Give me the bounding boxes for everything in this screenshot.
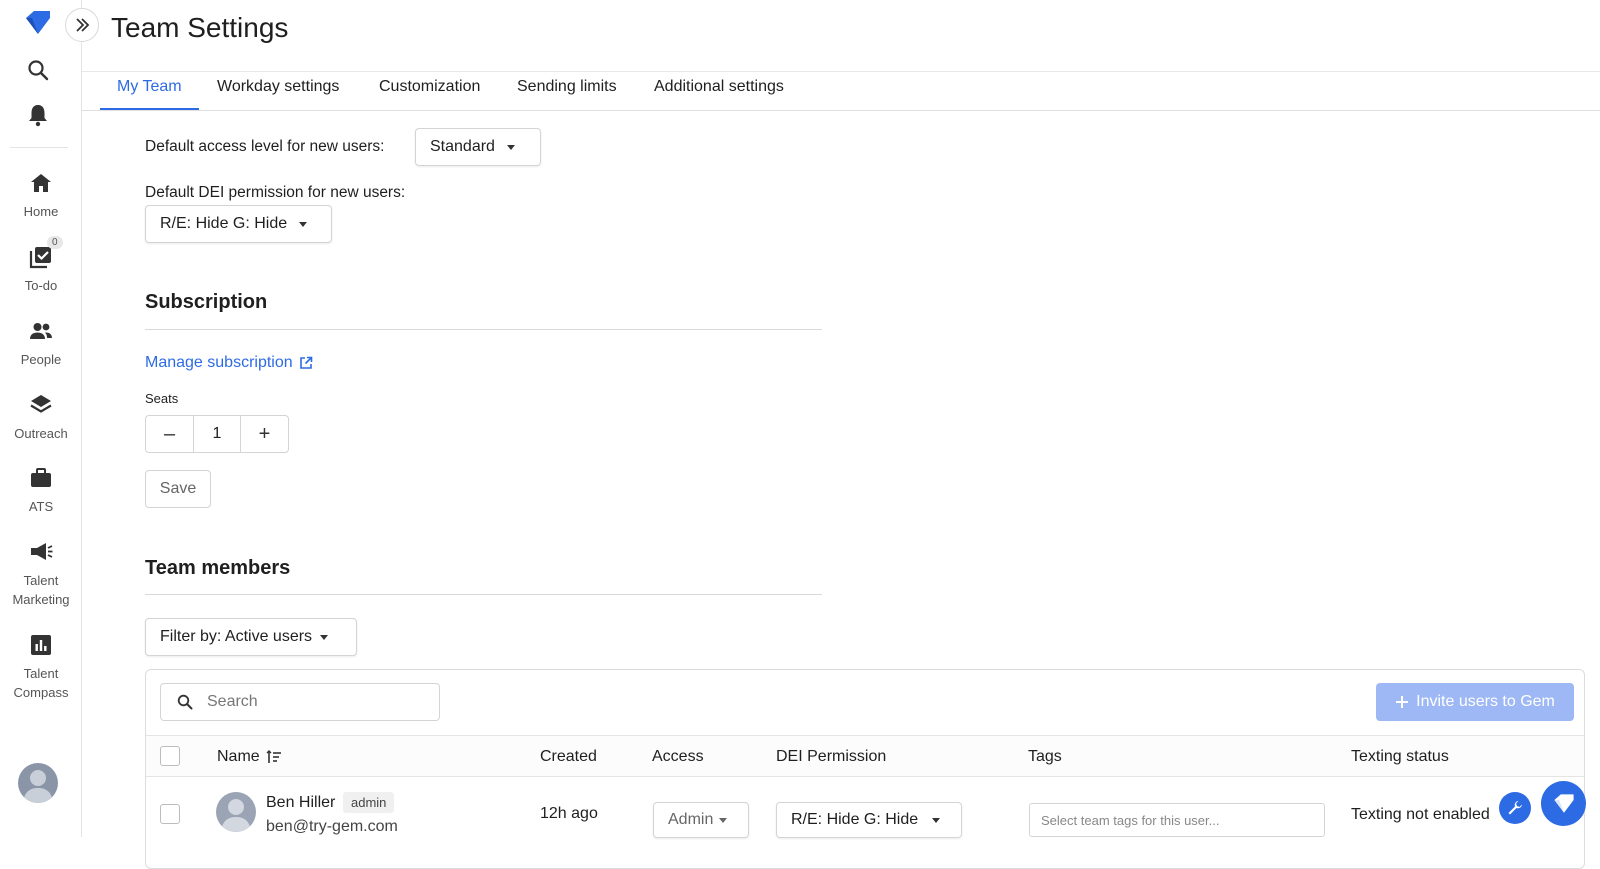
seats-value[interactable]: 1: [193, 416, 241, 452]
caret-down-icon: [932, 817, 941, 823]
rail-item-talent-compass[interactable]: Talent Compass: [0, 632, 82, 702]
tab-sending-limits[interactable]: Sending limits: [517, 78, 617, 96]
user-avatar[interactable]: [18, 763, 58, 803]
rail-label: To-do: [24, 278, 58, 293]
rail-item-talent-marketing[interactable]: Talent Marketing: [0, 539, 82, 609]
column-label: Name: [217, 748, 260, 765]
briefcase-icon: [28, 465, 54, 491]
manage-subscription-label: Manage subscription: [145, 354, 293, 371]
rail-item-ats[interactable]: ATS: [0, 465, 82, 516]
member-avatar: [216, 792, 256, 832]
bell-icon[interactable]: [24, 101, 52, 129]
rail-item-people[interactable]: People: [0, 318, 82, 369]
rail-item-home[interactable]: Home: [0, 170, 82, 221]
active-tab-indicator: [100, 108, 199, 110]
wrench-fab[interactable]: [1499, 792, 1531, 824]
search-icon: [177, 694, 193, 710]
home-icon: [28, 170, 54, 196]
subscription-heading: Subscription: [145, 291, 268, 313]
rail-label: Home: [23, 204, 59, 219]
table-row: Ben Hiller admin ben@try-gem.com 12h ago…: [146, 778, 1584, 848]
seats-label: Seats: [145, 391, 179, 406]
column-header-texting-status[interactable]: Texting status: [1351, 748, 1449, 766]
save-button[interactable]: Save: [145, 470, 211, 508]
member-created: 12h ago: [540, 805, 598, 822]
caret-down-icon: [506, 144, 515, 150]
rail-label: Talent Compass: [13, 666, 69, 700]
rail-divider: [10, 147, 68, 148]
invite-users-label: Invite users to Gem: [1416, 693, 1555, 710]
gem-logo-icon[interactable]: [22, 8, 54, 38]
chart-icon: [28, 632, 54, 658]
default-dei-value: R/E: Hide G: Hide: [160, 215, 288, 232]
team-members-heading: Team members: [145, 557, 291, 579]
rail-label: ATS: [28, 499, 54, 514]
caret-down-icon: [299, 221, 308, 227]
member-dei-value: R/E: Hide G: Hide: [791, 811, 919, 828]
member-name: Ben Hiller: [266, 794, 336, 811]
tab-customization[interactable]: Customization: [379, 78, 480, 96]
rail-label: People: [20, 352, 62, 367]
tab-my-team[interactable]: My Team: [117, 78, 182, 96]
todo-count-badge: 0: [47, 236, 63, 249]
column-header-created[interactable]: Created: [540, 748, 597, 766]
double-chevron-right-icon: [76, 18, 90, 32]
plus-icon: [1396, 696, 1409, 708]
table-header: Name Created Access DEI Permission Tags …: [146, 735, 1584, 777]
rail-label: Outreach: [14, 426, 68, 441]
settings-tabs: My Team Workday settings Customization S…: [82, 71, 1600, 111]
tab-additional-settings[interactable]: Additional settings: [654, 78, 784, 96]
member-texting-status: Texting not enabled: [1351, 806, 1490, 823]
column-header-access[interactable]: Access: [652, 748, 704, 766]
column-header-dei-permission[interactable]: DEI Permission: [776, 748, 886, 766]
row-checkbox[interactable]: [160, 804, 180, 824]
section-divider: [145, 594, 822, 595]
decrement-seats-button[interactable]: –: [146, 416, 193, 452]
left-nav-rail: Home To-do 0 People Outreach ATS Talent …: [0, 0, 82, 837]
people-icon: [28, 318, 54, 344]
caret-down-icon: [320, 634, 329, 640]
column-header-tags[interactable]: Tags: [1028, 748, 1062, 766]
gem-logo-icon: [1553, 793, 1574, 813]
search-input[interactable]: [207, 693, 407, 711]
rail-item-outreach[interactable]: Outreach: [0, 392, 82, 443]
column-header-name[interactable]: Name: [217, 748, 282, 766]
filter-users-select[interactable]: Filter by: Active users: [145, 618, 357, 656]
member-email: ben@try-gem.com: [266, 818, 398, 835]
gem-assistant-fab[interactable]: [1541, 781, 1586, 826]
search-icon[interactable]: [24, 56, 52, 84]
rail-item-todo[interactable]: To-do: [0, 244, 82, 295]
default-dei-label: Default DEI permission for new users:: [145, 184, 406, 201]
increment-seats-button[interactable]: +: [241, 416, 288, 452]
member-dei-select[interactable]: R/E: Hide G: Hide: [776, 802, 962, 838]
rail-label: Talent Marketing: [12, 573, 70, 607]
team-members-table: Invite users to Gem Name Created Access …: [145, 669, 1585, 869]
member-access-select[interactable]: Admin: [653, 802, 749, 838]
expand-sidebar-button[interactable]: [65, 8, 99, 42]
default-access-value: Standard: [430, 138, 495, 155]
manage-subscription-link[interactable]: Manage subscription: [145, 354, 314, 372]
external-link-icon: [299, 356, 312, 369]
wrench-icon: [1508, 801, 1522, 815]
default-dei-select[interactable]: R/E: Hide G: Hide: [145, 205, 332, 243]
default-access-select[interactable]: Standard: [415, 128, 541, 166]
caret-down-icon: [719, 817, 728, 823]
member-tags-input[interactable]: Select team tags for this user...: [1029, 803, 1325, 837]
default-access-label: Default access level for new users:: [145, 138, 385, 155]
seats-stepper: – 1 +: [145, 415, 289, 453]
sort-icon: [266, 750, 281, 763]
filter-users-value: Filter by: Active users: [160, 628, 313, 645]
megaphone-icon: [28, 539, 54, 565]
select-all-checkbox[interactable]: [160, 746, 180, 766]
search-box[interactable]: [160, 683, 440, 721]
section-divider: [145, 329, 822, 330]
tab-workday-settings[interactable]: Workday settings: [217, 78, 339, 96]
member-access-value: Admin: [668, 811, 714, 828]
layers-icon: [28, 392, 54, 418]
page-title: Team Settings: [111, 12, 289, 43]
invite-users-button[interactable]: Invite users to Gem: [1376, 683, 1574, 721]
role-badge: admin: [343, 792, 395, 813]
